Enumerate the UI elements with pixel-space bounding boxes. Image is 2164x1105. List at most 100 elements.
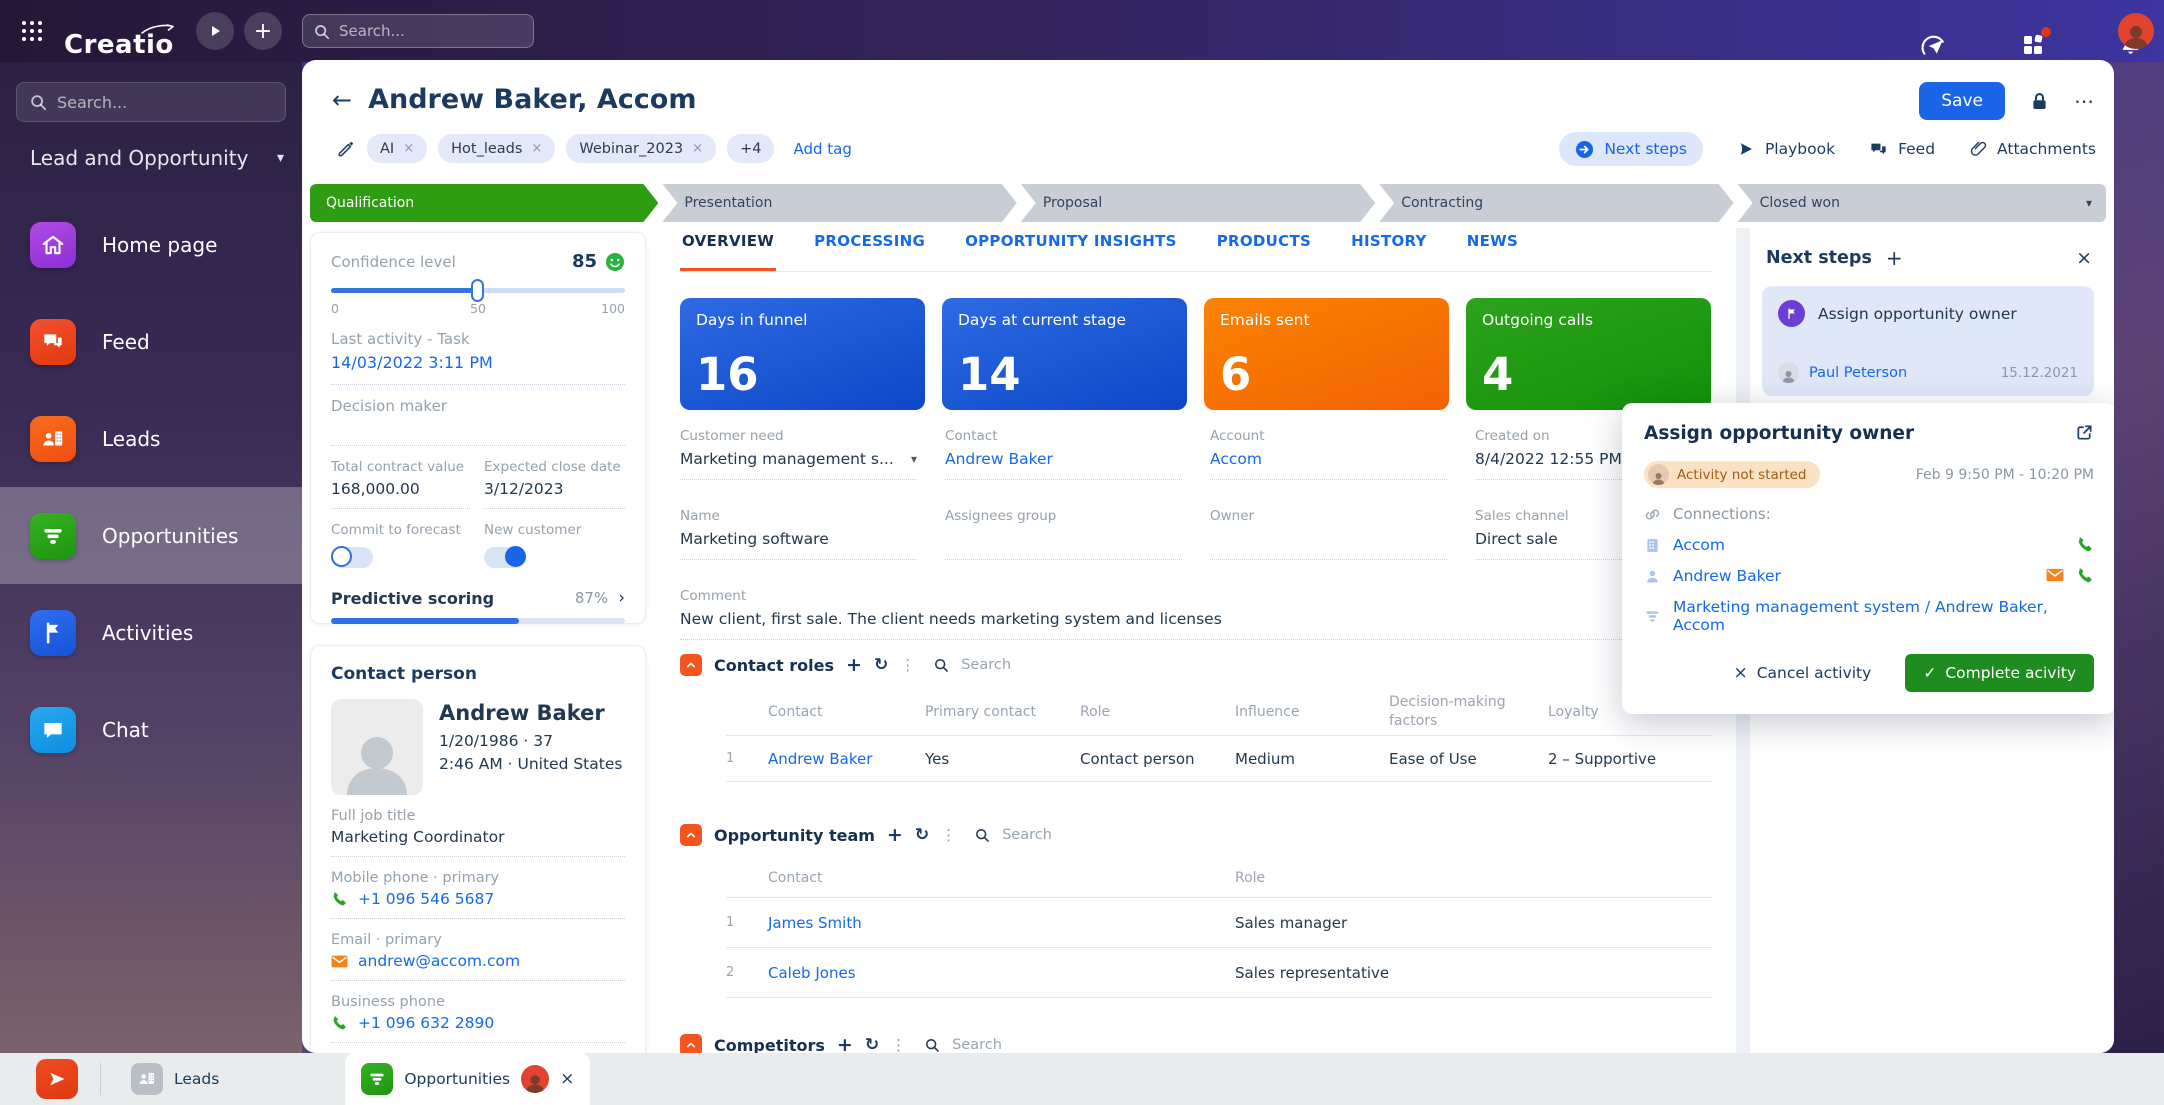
playbook-button[interactable]: Playbook xyxy=(1737,140,1835,158)
section-search[interactable]: Search xyxy=(952,1037,1002,1053)
assignees-group-field[interactable]: Assignees group xyxy=(945,508,1182,560)
global-search[interactable] xyxy=(302,14,534,48)
table-row[interactable]: 1 James Smith Sales manager xyxy=(726,898,1712,948)
total-contract-value-field[interactable]: Total contract value 168,000.00 xyxy=(331,459,478,509)
taskbar-app-icon[interactable] xyxy=(36,1059,78,1099)
business-phone-field[interactable]: Business phone +1 096 632 2890 xyxy=(331,994,625,1043)
run-process-button[interactable] xyxy=(196,12,234,50)
email-field[interactable]: Email · primary andrew@accom.com xyxy=(331,932,625,981)
job-title-field[interactable]: Full job title Marketing Coordinator xyxy=(331,808,625,857)
tab-history[interactable]: HISTORY xyxy=(1349,228,1429,271)
taskbar-tab-opportunities[interactable]: Opportunities × xyxy=(345,1053,590,1105)
name-field[interactable]: Name Marketing software xyxy=(680,508,917,560)
sidebar-item-leads[interactable]: Leads xyxy=(0,390,302,487)
remove-tag-icon[interactable]: × xyxy=(531,141,542,156)
add-icon[interactable]: + xyxy=(887,824,903,846)
collapse-chevron-icon[interactable] xyxy=(680,824,702,846)
commit-to-forecast-toggle[interactable] xyxy=(331,547,373,568)
slider-handle[interactable] xyxy=(471,279,484,302)
more-menu-icon[interactable]: ⋮ xyxy=(900,656,915,674)
stage-proposal[interactable]: Proposal xyxy=(1021,184,1375,222)
more-menu-icon[interactable]: ⋮ xyxy=(941,826,956,844)
quick-add-button[interactable]: + xyxy=(244,12,282,50)
email-icon[interactable] xyxy=(2046,567,2064,585)
connection-account[interactable]: Accom xyxy=(1644,536,2094,554)
collapse-chevron-icon[interactable] xyxy=(680,1034,702,1053)
tab-news[interactable]: NEWS xyxy=(1465,228,1520,271)
sidebar-search[interactable] xyxy=(16,82,286,122)
sidebar-item-home[interactable]: Home page xyxy=(0,196,302,293)
confidence-slider[interactable] xyxy=(331,288,625,293)
collapse-chevron-icon[interactable] xyxy=(680,654,702,676)
lock-icon[interactable] xyxy=(2029,91,2050,112)
refresh-icon[interactable]: ↻ xyxy=(915,825,929,845)
more-tags-pill[interactable]: +4 xyxy=(727,134,774,163)
close-tab-icon[interactable]: × xyxy=(560,1069,574,1089)
search-icon[interactable] xyxy=(974,827,990,843)
new-customer-toggle[interactable] xyxy=(484,547,526,568)
predictive-scoring-row[interactable]: Predictive scoring 87% › xyxy=(331,588,625,608)
close-panel-icon[interactable]: × xyxy=(2076,247,2092,269)
tab-opportunity-insights[interactable]: OPPORTUNITY INSIGHTS xyxy=(963,228,1179,271)
tab-processing[interactable]: PROCESSING xyxy=(812,228,927,271)
sidebar-item-feed[interactable]: Feed xyxy=(0,293,302,390)
connection-contact[interactable]: Andrew Baker xyxy=(1644,567,2094,585)
stage-closed-won[interactable]: Closed won ▾ xyxy=(1738,184,2106,222)
open-record-icon[interactable] xyxy=(2075,423,2094,442)
next-steps-toggle[interactable]: Next steps xyxy=(1559,132,1703,166)
stage-presentation[interactable]: Presentation xyxy=(662,184,1016,222)
sidebar-item-chat[interactable]: Chat xyxy=(0,681,302,778)
add-tag-button[interactable]: Add tag xyxy=(793,140,851,158)
step-owner[interactable]: Paul Peterson xyxy=(1809,365,1907,381)
last-activity-value[interactable]: 14/03/2022 3:11 PM xyxy=(331,353,625,384)
chevron-down-icon[interactable]: ▾ xyxy=(911,452,917,466)
remove-tag-icon[interactable]: × xyxy=(692,141,703,156)
add-icon[interactable]: + xyxy=(846,654,862,676)
sidebar-item-opportunities[interactable]: Opportunities xyxy=(0,487,302,584)
table-row[interactable]: 2 Caleb Jones Sales representative xyxy=(726,948,1712,998)
tag-pill[interactable]: Hot_leads× xyxy=(438,134,555,163)
account-field[interactable]: Account Accom xyxy=(1210,428,1447,480)
user-avatar[interactable] xyxy=(2118,13,2154,49)
search-icon[interactable] xyxy=(924,1037,940,1053)
remove-tag-icon[interactable]: × xyxy=(403,141,414,156)
mobile-phone-field[interactable]: Mobile phone · primary +1 096 546 5687 xyxy=(331,870,625,919)
sidebar-item-activities[interactable]: Activities xyxy=(0,584,302,681)
add-icon[interactable]: + xyxy=(837,1034,853,1053)
app-launcher-icon[interactable] xyxy=(20,19,44,43)
more-actions-icon[interactable]: ⋯ xyxy=(2074,89,2096,113)
more-menu-icon[interactable]: ⋮ xyxy=(891,1036,906,1053)
comment-field[interactable]: Comment New client, first sale. The clie… xyxy=(680,588,1712,640)
workspace-selector[interactable]: Lead and Opportunity ▾ xyxy=(30,146,284,170)
global-search-input[interactable] xyxy=(339,22,509,40)
add-step-icon[interactable]: + xyxy=(1886,246,1903,270)
marketplace-apps-icon[interactable] xyxy=(2016,28,2050,62)
edit-tags-pencil-icon[interactable] xyxy=(336,139,356,159)
attachments-button[interactable]: Attachments xyxy=(1969,140,2096,158)
tag-pill[interactable]: AI× xyxy=(367,134,427,163)
save-button[interactable]: Save xyxy=(1919,82,2005,120)
stage-contracting[interactable]: Contracting xyxy=(1379,184,1733,222)
copilot-icon[interactable] xyxy=(1916,28,1950,62)
stage-qualification[interactable]: Qualification xyxy=(310,184,658,222)
owner-field[interactable]: Owner xyxy=(1210,508,1447,560)
refresh-icon[interactable]: ↻ xyxy=(865,1035,879,1053)
expected-close-date-field[interactable]: Expected close date 3/12/2023 xyxy=(478,459,625,509)
next-step-card[interactable]: Assign opportunity owner Paul Peterson 1… xyxy=(1762,286,2094,396)
table-row[interactable]: 1 Andrew Baker Yes Contact person Medium… xyxy=(726,736,1712,782)
chevron-right-icon[interactable]: › xyxy=(618,588,625,608)
sidebar-search-input[interactable] xyxy=(57,93,257,112)
search-icon[interactable] xyxy=(933,657,949,673)
connection-opportunity[interactable]: Marketing management system / Andrew Bak… xyxy=(1644,598,2094,634)
tab-products[interactable]: PRODUCTS xyxy=(1215,228,1313,271)
complete-activity-button[interactable]: ✓ Complete acivity xyxy=(1905,654,2094,692)
cancel-activity-button[interactable]: × Cancel activity xyxy=(1733,663,1871,683)
refresh-icon[interactable]: ↻ xyxy=(874,655,888,675)
tab-overview[interactable]: OVERVIEW xyxy=(680,228,776,271)
tag-pill[interactable]: Webinar_2023× xyxy=(566,134,716,163)
customer-need-field[interactable]: Customer need Marketing management s...▾ xyxy=(680,428,917,480)
section-search[interactable]: Search xyxy=(1002,827,1052,843)
call-icon[interactable] xyxy=(2076,567,2094,585)
feed-button[interactable]: Feed xyxy=(1869,140,1935,159)
back-arrow-icon[interactable]: ← xyxy=(332,86,352,114)
